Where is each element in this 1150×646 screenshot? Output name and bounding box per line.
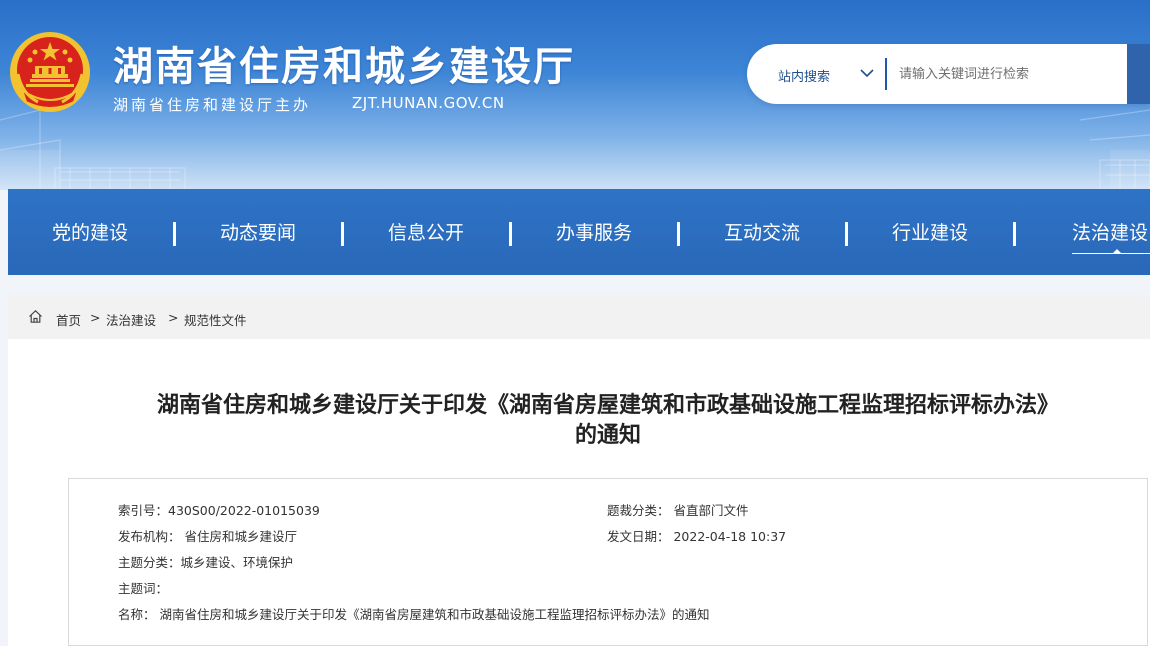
nav-item-party-building[interactable]: 党的建设 [52, 189, 128, 275]
site-header: 湖南省住房和城乡建设厅 湖南省住房和建设厅主办 ZJT.HUNAN.GOV.CN… [0, 0, 1150, 190]
breadcrumb-home[interactable]: 首页 [56, 310, 81, 329]
meta-name: 名称： 湖南省住房和城乡建设厅关于印发《湖南省房屋建筑和市政基础设施工程监理招标… [118, 607, 710, 622]
site-domain: ZJT.HUNAN.GOV.CN [352, 94, 505, 112]
nav-divider [677, 222, 680, 246]
nav-item-info-disclosure[interactable]: 信息公开 [388, 189, 464, 275]
site-title: 湖南省住房和城乡建设厅 [113, 44, 575, 90]
nav-active-caret-icon [1113, 249, 1121, 253]
meta-topic: 主题分类：城乡建设、环境保护 [118, 555, 294, 570]
search-divider [885, 58, 887, 90]
nav-divider [173, 222, 176, 246]
search-scope-select[interactable]: 站内搜索 [778, 66, 830, 85]
nav-item-rule-of-law[interactable]: 法治建设 [1072, 189, 1148, 275]
breadcrumb-rule-of-law[interactable]: 法治建设 [106, 310, 156, 329]
breadcrumb-separator: > [90, 310, 101, 325]
nav-active-underline [1072, 253, 1150, 254]
meta-date: 发文日期： 2022-04-18 10:37 [607, 529, 787, 544]
document-meta-box: 索引号：430S00/2022-01015039 题裁分类： 省直部门文件 发布… [68, 478, 1148, 646]
meta-index-no: 索引号：430S00/2022-01015039 [118, 503, 320, 518]
nav-item-services[interactable]: 办事服务 [556, 189, 632, 275]
nav-item-industry[interactable]: 行业建设 [892, 189, 968, 275]
search-button[interactable] [1127, 44, 1150, 104]
nav-divider [341, 222, 344, 246]
breadcrumb-separator: > [168, 310, 179, 325]
nav-divider [509, 222, 512, 246]
content-area: 首页 > 法治建设 > 规范性文件 湖南省住房和城乡建设厅关于印发《湖南省房屋建… [8, 295, 1150, 646]
national-emblem-icon [10, 32, 90, 112]
breadcrumb-normative-docs[interactable]: 规范性文件 [184, 310, 247, 329]
article-title: 湖南省住房和城乡建设厅关于印发《湖南省房屋建筑和市政基础设施工程监理招标评标办法… [68, 391, 1148, 451]
meta-publisher: 发布机构： 省住房和城乡建设厅 [118, 529, 297, 544]
chevron-down-icon[interactable] [860, 68, 874, 78]
breadcrumb: 首页 > 法治建设 > 规范性文件 [8, 295, 1150, 339]
home-icon[interactable] [28, 309, 43, 324]
main-nav: 党的建设 动态要闻 信息公开 办事服务 互动交流 行业建设 法治建设 [8, 189, 1150, 275]
site-subtitle: 湖南省住房和建设厅主办 [113, 96, 312, 114]
nav-item-interaction[interactable]: 互动交流 [724, 189, 800, 275]
search-input[interactable] [897, 58, 1121, 90]
meta-category: 题裁分类： 省直部门文件 [607, 503, 749, 518]
article-title-line2: 的通知 [574, 423, 641, 448]
search-box: 站内搜索 [747, 44, 1150, 104]
nav-divider [1013, 222, 1016, 246]
meta-keywords: 主题词： [118, 581, 169, 596]
article-title-line1: 湖南省住房和城乡建设厅关于印发《湖南省房屋建筑和市政基础设施工程监理招标评标办法… [156, 393, 1059, 418]
nav-item-news[interactable]: 动态要闻 [220, 189, 296, 275]
nav-divider [845, 222, 848, 246]
